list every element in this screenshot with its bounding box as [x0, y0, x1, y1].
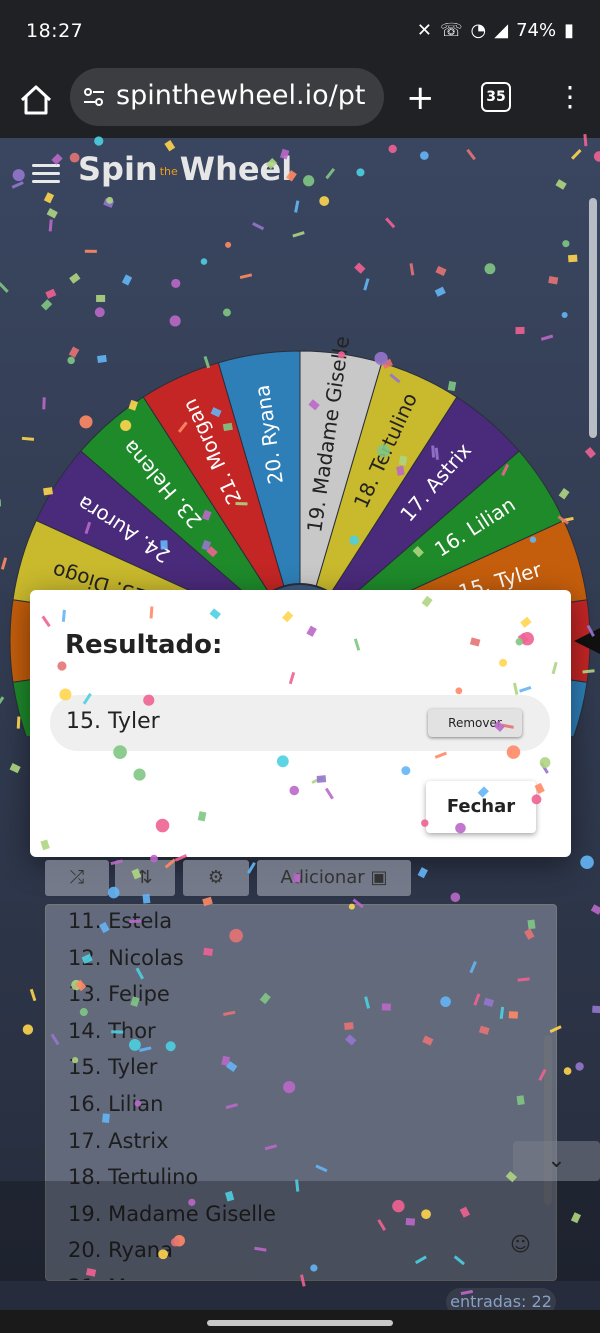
list-item: 12. Nicolas	[68, 945, 184, 970]
logo-wheel: Wheel	[179, 150, 293, 188]
status-bar: 18:27 ✕ ☏ ◔ ◢ 74% ▮	[0, 0, 600, 66]
app-logo[interactable]: Spin theWheel	[78, 150, 292, 188]
battery-text: 74%	[516, 20, 557, 41]
status-icons: ✕ ☏ ◔ ◢ 74% ▮	[417, 20, 574, 41]
result-name: 15. Tyler	[66, 709, 160, 734]
signal-icon: ◢	[494, 20, 509, 41]
bottom-overlay	[0, 1181, 600, 1281]
home-icon[interactable]	[18, 82, 54, 118]
sort-button[interactable]: ⇅	[115, 860, 175, 896]
new-tab-icon[interactable]: +	[406, 78, 435, 118]
chevron-down-icon[interactable]: ⌄	[513, 1141, 600, 1181]
result-row: 15. Tyler Remover	[50, 695, 550, 751]
shuffle-icon: ⤮	[69, 867, 85, 888]
gesture-bar	[0, 1310, 600, 1333]
list-item: 15. Tyler	[68, 1055, 158, 1080]
add-image-button[interactable]: Adicionar ▣	[257, 860, 411, 896]
image-icon: ▣	[370, 867, 388, 888]
emoji-icon[interactable]: ☺	[510, 1232, 531, 1256]
list-item: 14. Thor	[68, 1018, 156, 1043]
settings-button[interactable]: ⚙	[183, 860, 249, 896]
call-icon: ☏	[440, 20, 463, 41]
list-item: 17. Astrix	[68, 1128, 169, 1153]
mute-icon: ✕	[416, 20, 432, 41]
logo-spin: Spin	[78, 150, 158, 188]
shuffle-button[interactable]: ⤮	[45, 860, 109, 896]
close-button[interactable]: Fechar	[426, 781, 536, 833]
url-text[interactable]: spinthewheel.io/pt	[116, 80, 365, 111]
status-time: 18:27	[26, 20, 84, 42]
result-dialog: Resultado: 15. Tyler Remover Fechar	[30, 590, 571, 857]
address-bar[interactable]: spinthewheel.io/pt	[70, 68, 384, 126]
remove-button[interactable]: Remover	[428, 709, 522, 737]
logo-the: the	[159, 164, 178, 178]
home-indicator	[207, 1320, 393, 1326]
list-item: 11. Estela	[68, 909, 173, 933]
wifi-icon: ◔	[470, 20, 487, 41]
page-scrollbar[interactable]	[589, 198, 597, 438]
more-menu-icon[interactable]: ⋮	[556, 80, 584, 113]
battery-icon: ▮	[564, 20, 574, 41]
tab-count-button[interactable]: 35	[481, 82, 511, 112]
sort-icon: ⇅	[137, 867, 153, 888]
list-item: 16. Lilian	[68, 1092, 164, 1116]
browser-toolbar: spinthewheel.io/pt + 35 ⋮	[0, 66, 600, 139]
list-item: 13. Felipe	[68, 982, 170, 1007]
dialog-title: Resultado:	[65, 630, 223, 660]
add-label: Adicionar	[280, 867, 365, 888]
site-settings-icon[interactable]	[82, 85, 106, 109]
gear-icon: ⚙	[207, 867, 225, 888]
menu-icon[interactable]	[32, 164, 60, 184]
